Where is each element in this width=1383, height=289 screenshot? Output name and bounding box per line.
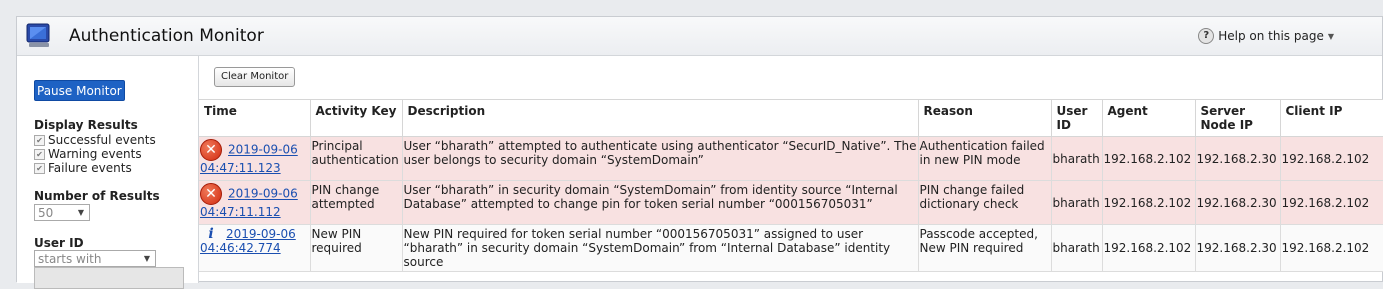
pause-monitor-button[interactable]: Pause Monitor — [34, 80, 125, 101]
checkbox-checked-icon[interactable]: ✔ — [34, 148, 45, 160]
help-label: Help on this page — [1218, 29, 1324, 43]
user-id-input[interactable] — [34, 267, 184, 289]
user-id-cell: bharath — [1051, 224, 1103, 272]
app-window: Authentication Monitor ? Help on this pa… — [16, 16, 1383, 289]
time-link[interactable]: 2019-09-06 — [228, 143, 298, 157]
chevron-down-icon: ▼ — [1327, 31, 1334, 41]
page-title: Authentication Monitor — [69, 26, 264, 46]
display-results-label: Display Results — [34, 118, 138, 132]
user-id-label: User ID — [34, 236, 84, 250]
activity-key-cell: PIN change attempted — [310, 180, 403, 225]
column-header-agent[interactable]: Agent — [1102, 99, 1196, 137]
activity-key-cell: Principal authentication — [310, 136, 403, 181]
filter-sidebar: Pause Monitor Display Results ✔ Successf… — [17, 56, 199, 289]
column-header-activity-key[interactable]: Activity Key — [310, 99, 403, 137]
column-header-description[interactable]: Description — [402, 99, 919, 137]
help-icon: ? — [1198, 28, 1215, 44]
checkbox-checked-icon[interactable]: ✔ — [34, 162, 45, 174]
user-id-filter-value: starts with — [38, 252, 102, 266]
option-label: Failure events — [48, 161, 132, 175]
chevron-down-icon: ▼ — [143, 254, 150, 263]
monitor-panel: Clear Monitor Time Activity Key Descript… — [199, 56, 1383, 281]
monitor-icon — [26, 23, 50, 47]
description-cell: User “bharath” in security domain “Syste… — [402, 180, 919, 225]
time-link[interactable]: 2019-09-06 — [226, 227, 296, 241]
time-cell: i 2019-09-06 04:46:42.774 — [199, 224, 311, 272]
table-row: i 2019-09-06 04:46:42.774 New PIN require… — [199, 224, 1383, 272]
server-node-ip-cell: 192.168.2.30 — [1195, 180, 1281, 225]
reason-cell: Passcode accepted, New PIN required — [918, 224, 1052, 272]
server-node-ip-cell: 192.168.2.30 — [1195, 136, 1281, 181]
warning-events-option[interactable]: ✔ Warning events — [34, 147, 142, 161]
agent-cell: 192.168.2.102 — [1102, 224, 1196, 272]
reason-cell: PIN change failed dictionary check — [918, 180, 1052, 225]
agent-cell: 192.168.2.102 — [1102, 180, 1196, 225]
table-header-row: Time Activity Key Description Reason Use… — [199, 99, 1383, 137]
help-menu[interactable]: ? Help on this page ▼ — [1198, 28, 1334, 44]
table-row: ✕ 2019-09-06 04:47:11.112 PIN change atte… — [199, 180, 1383, 225]
time-link[interactable]: 04:47:11.123 — [200, 161, 281, 175]
checkbox-checked-icon[interactable]: ✔ — [34, 134, 45, 146]
column-header-server-node-ip[interactable]: Server Node IP — [1195, 99, 1281, 137]
error-x-icon: ✕ — [200, 139, 222, 161]
option-label: Warning events — [48, 147, 142, 161]
description-cell: New PIN required for token serial number… — [402, 224, 919, 272]
column-header-user-id[interactable]: User ID — [1051, 99, 1103, 137]
description-cell: User “bharath” attempted to authenticate… — [402, 136, 919, 181]
client-ip-cell: 192.168.2.102 — [1280, 180, 1383, 225]
client-ip-cell: 192.168.2.102 — [1280, 136, 1383, 181]
activity-log-table: Time Activity Key Description Reason Use… — [199, 99, 1383, 272]
column-header-client-ip[interactable]: Client IP — [1280, 99, 1383, 137]
number-of-results-value: 50 — [38, 206, 54, 220]
table-row: ✕ 2019-09-06 04:47:11.123 Principal authe… — [199, 136, 1383, 181]
time-link[interactable]: 04:47:11.112 — [200, 205, 281, 219]
info-icon: i — [208, 226, 214, 242]
user-id-cell: bharath — [1051, 136, 1103, 181]
activity-key-cell: New PIN required — [310, 224, 403, 272]
time-cell: ✕ 2019-09-06 04:47:11.112 — [199, 180, 311, 225]
reason-cell: Authentication failed in new PIN mode — [918, 136, 1052, 181]
user-id-filter-select[interactable]: starts with ▼ — [34, 250, 156, 267]
failure-events-option[interactable]: ✔ Failure events — [34, 161, 132, 175]
server-node-ip-cell: 192.168.2.30 — [1195, 224, 1281, 272]
successful-events-option[interactable]: ✔ Successful events — [34, 133, 156, 147]
client-ip-cell: 192.168.2.102 — [1280, 224, 1383, 272]
clear-monitor-button[interactable]: Clear Monitor — [214, 67, 296, 87]
column-header-reason[interactable]: Reason — [918, 99, 1052, 137]
number-of-results-label: Number of Results — [34, 189, 160, 203]
agent-cell: 192.168.2.102 — [1102, 136, 1196, 181]
page-header: Authentication Monitor ? Help on this pa… — [17, 17, 1382, 56]
time-link[interactable]: 04:46:42.774 — [200, 241, 281, 255]
number-of-results-select[interactable]: 50 ▼ — [34, 204, 90, 221]
time-link[interactable]: 2019-09-06 — [228, 187, 298, 201]
option-label: Successful events — [48, 133, 156, 147]
error-x-icon: ✕ — [200, 183, 222, 205]
chevron-down-icon: ▼ — [77, 208, 84, 217]
user-id-cell: bharath — [1051, 180, 1103, 225]
time-cell: ✕ 2019-09-06 04:47:11.123 — [199, 136, 311, 181]
column-header-time[interactable]: Time — [199, 99, 311, 137]
